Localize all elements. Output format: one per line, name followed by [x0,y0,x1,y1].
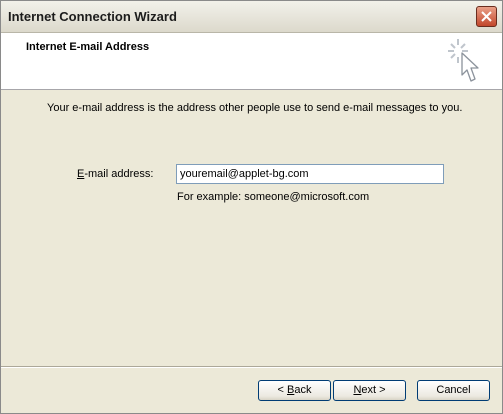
window-title: Internet Connection Wizard [8,9,177,24]
wizard-cursor-icon [448,39,479,82]
back-prefix: < [277,384,287,396]
cancel-button[interactable]: Cancel [417,380,490,401]
close-button[interactable] [476,6,497,27]
back-label: ack [294,384,312,396]
wizard-window: Internet Connection Wizard Internet E-ma… [0,0,503,414]
back-button[interactable]: < Back [258,380,331,401]
description-text: Your e-mail address is the address other… [47,102,463,114]
page-title: Internet E-mail Address [26,41,150,53]
email-field[interactable] [176,164,444,184]
email-label-text: -mail address: [84,168,154,180]
email-field-label: E-mail address: [77,168,153,180]
next-label: ext > [361,384,386,396]
example-text: For example: someone@microsoft.com [177,191,370,203]
title-bar[interactable]: Internet Connection Wizard [1,1,502,33]
next-button[interactable]: Next > [333,380,406,401]
bottom-separator [1,366,502,368]
header-panel: Internet E-mail Address [1,33,502,90]
close-icon [481,11,492,22]
